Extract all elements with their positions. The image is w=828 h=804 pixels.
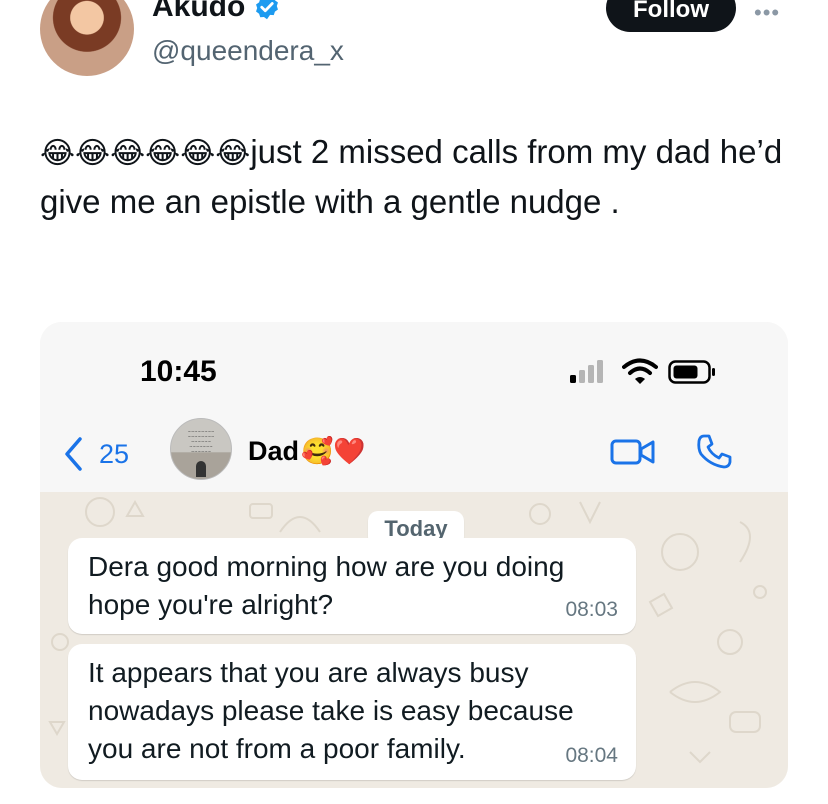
unread-count[interactable]: 25 <box>99 439 129 470</box>
contact-avatar[interactable]: ~~~~~~~~ ~~~~~~~~ ~~~~~~ ~~~~~~~ ~~~~~~ <box>170 418 232 480</box>
message-text: Dera good morning how are you doing hope… <box>88 551 565 620</box>
author-handle[interactable]: @queendera_x <box>152 35 344 67</box>
contact-name-emojis: 🥰❤️ <box>301 436 366 467</box>
author-avatar[interactable] <box>40 0 134 76</box>
message-bubble[interactable]: It appears that you are always busy nowa… <box>68 644 636 780</box>
verified-badge-icon <box>256 0 279 20</box>
status-time: 10:45 <box>140 355 217 388</box>
signal-icon <box>570 360 603 383</box>
phone-call-icon[interactable] <box>694 432 734 472</box>
tweet-text: 😂😂😂😂😂😂just 2 missed calls from my dad he… <box>40 128 800 226</box>
wifi-icon <box>622 358 658 384</box>
back-chevron-icon[interactable] <box>62 436 86 472</box>
author-display-name[interactable]: Akudo <box>152 0 245 24</box>
tweet-media-image[interactable]: 10:45 25 ~~~~~~~~ ~~~~~~~~ ~~~~~~ ~~~~~~~ ~~… <box>40 322 788 788</box>
contact-name: Dad <box>248 436 300 466</box>
chat-header: 25 ~~~~~~~~ ~~~~~~~~ ~~~~~~ ~~~~~~~ ~~~~~~ D… <box>40 418 788 493</box>
message-text: It appears that you are always busy nowa… <box>88 657 574 764</box>
battery-icon <box>668 360 715 384</box>
more-icon[interactable]: ••• <box>754 0 780 26</box>
video-call-icon[interactable] <box>610 436 656 468</box>
avatar-figure <box>196 461 206 477</box>
tweet-emojis: 😂😂😂😂😂😂 <box>40 136 251 171</box>
avatar-quote-art: ~~~~~~~~ ~~~~~~~~ ~~~~~~ ~~~~~~~ ~~~~~~ <box>187 429 215 454</box>
message-time: 08:03 <box>565 598 618 621</box>
author-name-row[interactable]: Akudo <box>152 0 281 24</box>
follow-button[interactable]: Follow <box>606 0 736 32</box>
chat-area: Today Dera good morning how are you doin… <box>40 492 788 788</box>
message-bubble[interactable]: Dera good morning how are you doing hope… <box>68 538 636 634</box>
message-time: 08:04 <box>565 744 618 767</box>
contact-name-row[interactable]: Dad 🥰❤️ <box>248 436 366 467</box>
phone-status-bar: 10:45 <box>40 322 788 418</box>
